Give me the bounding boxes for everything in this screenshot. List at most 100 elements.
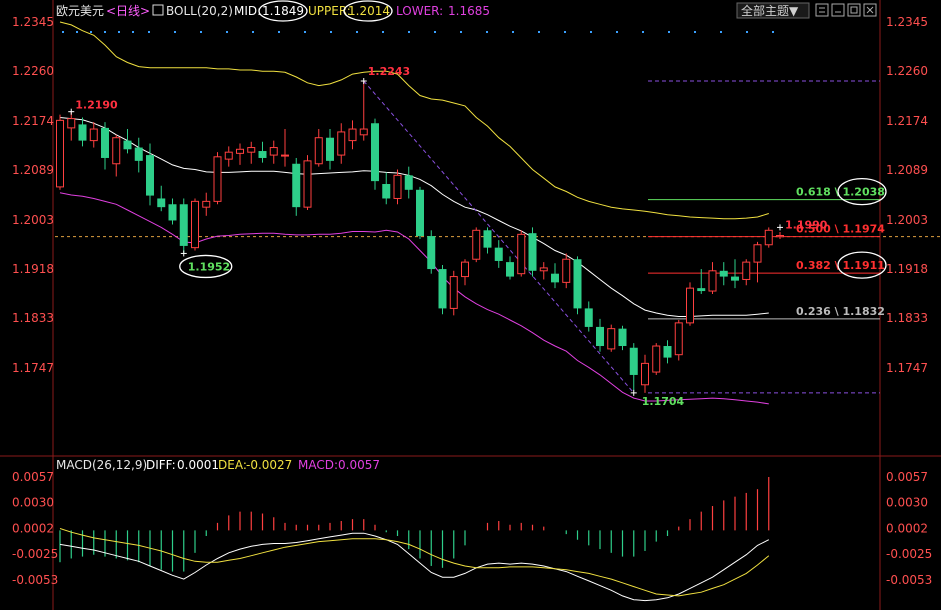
theme-button-label[interactable]: 全部主题▼ bbox=[741, 3, 799, 18]
price-tick-left: 1.2345 bbox=[12, 15, 54, 29]
minimize-icon[interactable] bbox=[831, 3, 845, 17]
candle-body-up bbox=[112, 137, 121, 165]
settings-icon[interactable] bbox=[815, 3, 829, 17]
close-icon[interactable] bbox=[863, 3, 877, 17]
candle-body-down bbox=[551, 273, 559, 283]
candle-body-down bbox=[416, 189, 424, 237]
candle-body-up bbox=[674, 322, 683, 356]
annotation-high-1: 1.2190 bbox=[75, 99, 118, 112]
candle-body-down bbox=[123, 140, 132, 150]
candle-body-up bbox=[708, 270, 717, 292]
signal-dot bbox=[486, 31, 488, 33]
macd-tick-left: 0.0030 bbox=[12, 495, 54, 509]
signal-dot bbox=[278, 31, 280, 33]
signal-dot bbox=[460, 31, 462, 33]
candle-body-down bbox=[528, 233, 537, 271]
macd-tick-right: 0.0030 bbox=[886, 495, 928, 509]
candle-body-down bbox=[506, 262, 514, 277]
candle-body-down bbox=[731, 276, 739, 281]
candle-body-up bbox=[213, 156, 222, 202]
candle-body-up bbox=[67, 118, 76, 129]
chart-header: 欧元美元 <日线> BOLL(20,2) MID: 1.1849 UPPER: … bbox=[56, 0, 877, 22]
lower-value: 1.1685 bbox=[448, 4, 490, 18]
macd-tick-right: 0.0002 bbox=[886, 522, 928, 536]
macd-value: 0.0057 bbox=[338, 458, 380, 472]
candle-body-down bbox=[494, 247, 503, 261]
price-tick-left: 1.2260 bbox=[12, 64, 54, 78]
upper-value: 1.2014 bbox=[348, 4, 390, 18]
signal-dot bbox=[132, 31, 134, 33]
candle-body-down bbox=[101, 127, 109, 158]
annotation-low-1: 1.1952 bbox=[188, 260, 230, 273]
signal-dot bbox=[118, 31, 120, 33]
signal-dot bbox=[304, 31, 306, 33]
candle-body-up bbox=[269, 147, 278, 156]
candle-body-down bbox=[719, 270, 728, 277]
signal-dot bbox=[434, 31, 436, 33]
candle-body-down bbox=[134, 147, 143, 161]
macd-tick-right: 0.0057 bbox=[886, 470, 928, 484]
restore-icon[interactable] bbox=[847, 3, 861, 17]
candle-body-up bbox=[776, 235, 784, 238]
macd-tick-right: -0.0025 bbox=[886, 547, 932, 561]
symbol-label: 欧元美元 bbox=[56, 4, 104, 18]
fib-level-label: 0.236 \ 1.1832 bbox=[796, 305, 885, 318]
signal-dot bbox=[252, 31, 254, 33]
signal-dot bbox=[642, 31, 644, 33]
indicator-icon[interactable] bbox=[152, 4, 164, 16]
signal-dot bbox=[62, 31, 64, 33]
candle-body-up bbox=[247, 147, 256, 153]
macd-name: MACD(26,12,9) bbox=[56, 458, 147, 472]
candle-body-down bbox=[427, 236, 436, 270]
candle-body-up bbox=[517, 233, 526, 275]
mid-value: 1.1849 bbox=[262, 4, 304, 18]
candle-body-up bbox=[224, 151, 233, 160]
price-tick-left: 1.2174 bbox=[12, 114, 54, 128]
candle-body-up bbox=[539, 267, 548, 272]
price-tick-left: 1.1833 bbox=[12, 311, 54, 325]
price-tick-left: 1.1747 bbox=[12, 361, 54, 375]
candle-body-down bbox=[663, 346, 672, 358]
signal-dot bbox=[564, 31, 566, 33]
candle-body-down bbox=[179, 204, 188, 246]
candle-body-up bbox=[337, 131, 346, 156]
candle-body-down bbox=[371, 123, 379, 182]
candle-body-down bbox=[326, 137, 334, 161]
price-tick-right: 1.2003 bbox=[886, 213, 928, 227]
indicator-name: BOLL(20,2) bbox=[166, 4, 233, 18]
candle-body-up bbox=[686, 287, 694, 324]
candle-body-up bbox=[89, 128, 98, 142]
candle-body-down bbox=[629, 347, 638, 375]
candle-body-up bbox=[449, 276, 458, 309]
price-tick-left: 1.2089 bbox=[12, 163, 54, 177]
annotation-last: 1.1990 bbox=[785, 218, 828, 231]
candle-body-up bbox=[393, 174, 402, 199]
candle-body-up bbox=[202, 200, 211, 208]
signal-dot bbox=[148, 31, 150, 33]
signal-dot bbox=[226, 31, 228, 33]
candle-body-up bbox=[314, 137, 323, 165]
boll-lower-line bbox=[59, 192, 769, 405]
macd-pane bbox=[59, 477, 770, 602]
signal-dot bbox=[200, 31, 202, 33]
candle-body-down bbox=[146, 155, 154, 196]
candle-body-up bbox=[742, 261, 751, 280]
candle-body-up bbox=[348, 128, 357, 142]
signal-dot bbox=[746, 31, 748, 33]
candle-body-up bbox=[191, 200, 199, 249]
macd-tick-left: -0.0053 bbox=[12, 573, 58, 587]
signal-dot bbox=[330, 31, 332, 33]
candle-body-up bbox=[236, 148, 244, 154]
macd-tick-left: 0.0002 bbox=[12, 522, 54, 536]
period-label[interactable]: <日线> bbox=[106, 4, 150, 18]
candle-body-down bbox=[292, 163, 301, 208]
candle-body-down bbox=[78, 124, 87, 141]
signal-dot bbox=[174, 31, 176, 33]
signal-dot bbox=[382, 31, 384, 33]
mid-label: MID: bbox=[234, 4, 261, 18]
candle-body-down bbox=[157, 198, 166, 208]
price-pane: 0.618 \ 1.20380.500 \ 1.19740.382 \ 1.19… bbox=[55, 21, 941, 408]
candle-body-down bbox=[438, 269, 447, 309]
macd-tick-right: -0.0053 bbox=[886, 573, 932, 587]
candle-body-down bbox=[596, 326, 604, 347]
